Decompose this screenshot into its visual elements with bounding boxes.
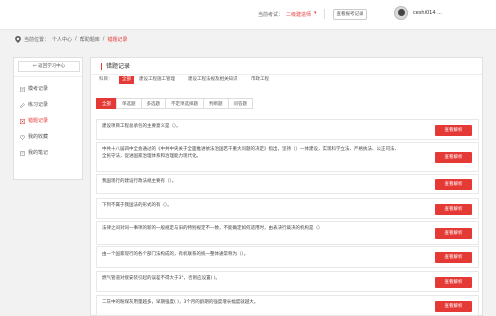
tab-essay[interactable]: 问答题 [227,98,253,109]
sidebar-item-label: 我的笔记 [28,150,49,156]
question-card: 下列不属于我国法的形式的有（）。 查看解析 [96,198,479,219]
sidebar-item-label: 我的收藏 [28,134,49,140]
view-analysis-button[interactable]: 查看解析 [435,277,472,288]
main-panel: 错题记录 科目： 全部 建设工程施工管理 建设工程法规及相关知识 市政工程 全部… [90,57,483,316]
sidebar: ↩ 返回学习中心 模考记录 练习记录 错题记录 我的收藏 我的笔记 [13,57,83,180]
question-card: 燃气管道对接安装引起的误差不得大于3°，否则应设置( )。 查看解析 [96,271,479,292]
sidebar-item-mock-records[interactable]: 模考记录 [18,84,80,95]
question-text: 中共十八届四中全会通过的《中共中央关于全面推进依法治国若干重大问题的决定》指出，… [102,147,399,159]
sidebar-item-practice-records[interactable]: 练习记录 [18,100,80,111]
sidebar-item-label: 错题记录 [28,118,49,124]
exam-history-button[interactable]: 查看报考记录 [333,9,367,20]
tab-multiple-choice[interactable]: 多选题 [140,98,166,109]
question-card: 由一个国家现行的各个部门法构成的，有机联系的统一整体通常称为（）。 查看解析 [96,246,479,268]
breadcrumb-personal-center[interactable]: 个人中心 [52,36,72,43]
view-analysis-button[interactable]: 查看解析 [435,204,472,215]
page-title: 错题记录 [101,63,130,70]
view-analysis-button[interactable]: 查看解析 [435,125,472,136]
question-card: 法律之间对同一事项的新的一般规定与旧的特别规定不一致，不能确定如何适用时，由表决… [96,221,479,245]
breadcrumb-prefix: 当前位置： [24,36,50,43]
question-type-tabs: 全部 单选题 多选题 不定项选择题 判断题 问答题 [96,98,253,110]
question-card: 我国现行的建设行政法规主要有（）。 查看解析 [96,174,479,194]
view-analysis-button[interactable]: 查看解析 [435,179,472,190]
current-exam-select[interactable]: 二级建造师 [286,11,311,18]
heart-icon [20,135,25,140]
question-text: 燃气管道对接安装引起的误差不得大于3°，否则应设置( )。 [102,276,221,281]
question-text: 二灰中的粉煤灰用量越多，早期强度( )，3个月的龄期的强度增长幅度就越大。 [102,300,259,305]
question-text: 下列不属于我国法的形式的有（）。 [102,203,172,208]
sidebar-item-notes[interactable]: 我的笔记 [18,148,80,159]
error-list-icon [20,119,25,124]
username-menu[interactable]: ceshi014 ... [413,10,442,16]
breadcrumb-separator: / [102,36,105,42]
question-text: 法律之间对同一事项的新的一般规定与旧的特别规定不一致，不能确定如何适用时，由表决… [102,226,323,231]
breadcrumb-separator: / [75,36,77,42]
tab-indefinite-choice[interactable]: 不定项选择题 [165,98,204,109]
sidebar-item-wrong-records[interactable]: 错题记录 [18,116,80,127]
current-exam-label: 当前考试： [258,12,284,18]
tab-true-false[interactable]: 判断题 [203,98,229,109]
question-text: 我国现行的建设行政法规主要有（）。 [102,179,177,184]
document-icon [20,87,25,92]
breadcrumb: 当前位置： 个人中心 / 帮助题库 / 错题记录 [15,35,127,43]
view-analysis-button[interactable]: 查看解析 [435,228,472,239]
breadcrumb-current: 错题记录 [107,36,128,43]
breadcrumb-question-bank[interactable]: 帮助题库 [80,36,100,43]
subject-filter-construction-management[interactable]: 建设工程施工管理 [139,76,175,84]
title-divider [91,74,482,75]
back-button-label: 返回学习中心 [38,64,66,69]
header-divider [324,9,325,19]
question-card: 二灰中的粉煤灰用量越多，早期强度( )，3个月的龄期的强度增长幅度就越大。 查看… [96,295,479,316]
subject-filter-label: 科目： [99,77,113,82]
subject-filter-regulations[interactable]: 建设工程法规及相关知识 [188,76,238,84]
question-card: 建设项目工程总承包的主要意义是（）。 查看解析 [96,119,479,140]
chevron-down-icon[interactable]: ▾ [314,10,317,16]
subject-filter-municipal[interactable]: 市政工程 [251,76,269,84]
note-icon [20,151,25,156]
pencil-icon [20,103,25,108]
sidebar-divider [14,76,82,77]
view-analysis-button[interactable]: 查看解析 [435,252,472,263]
avatar[interactable] [394,6,408,20]
question-text: 建设项目工程总承包的主要意义是（）。 [102,124,181,129]
sidebar-item-label: 练习记录 [28,102,49,108]
view-analysis-button[interactable]: 查看解析 [435,152,472,163]
tab-all[interactable]: 全部 [96,98,117,109]
view-analysis-button[interactable]: 查看解析 [435,301,472,312]
question-card: 中共十八届四中全会通过的《中共中央关于全面推进依法治国若干重大问题的决定》指出，… [96,142,479,172]
top-header: 当前考试： 二级建造师 ▾ 查看报考记录 ceshi014 ... [0,0,496,30]
tab-single-choice[interactable]: 单选题 [116,98,142,109]
back-to-study-center-button[interactable]: ↩ 返回学习中心 [18,61,80,72]
sidebar-item-label: 模考记录 [28,86,49,92]
location-pin-icon [15,35,21,43]
subject-filter-all[interactable]: 全部 [119,76,134,84]
sidebar-item-favorites[interactable]: 我的收藏 [18,132,80,143]
question-text: 由一个国家现行的各个部门法构成的，有机联系的统一整体通常称为（）。 [102,252,249,257]
